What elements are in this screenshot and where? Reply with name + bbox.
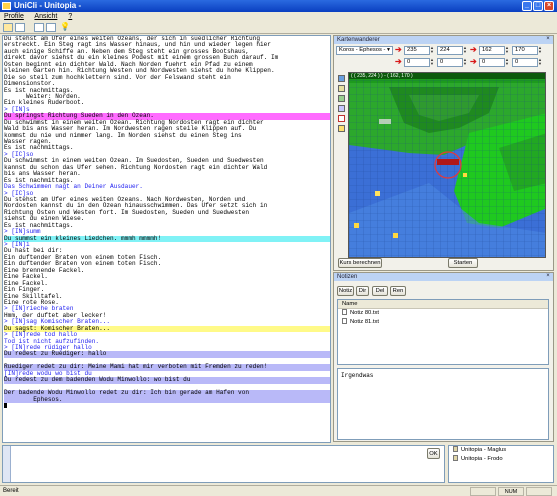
lightbulb-icon[interactable]: 💡 bbox=[60, 23, 70, 32]
maximize-button[interactable]: □ bbox=[533, 1, 543, 11]
calculate-course-button[interactable]: Kurs berechnen bbox=[338, 258, 382, 268]
x3-spinner[interactable]: ▲ ▼ bbox=[430, 58, 435, 66]
status-cell bbox=[470, 487, 496, 496]
notes-panel-close-icon[interactable]: × bbox=[545, 273, 551, 280]
num-lock-indicator: NUM bbox=[498, 487, 524, 496]
map-coords-label: ( ( 235, 224 ) ) - ( 162, 170 ) bbox=[351, 73, 413, 79]
user-icon bbox=[453, 455, 458, 461]
map-layer-icon[interactable] bbox=[338, 85, 345, 92]
save-icon[interactable] bbox=[15, 23, 25, 32]
console-line: Ephesos. bbox=[4, 396, 330, 403]
map-canvas bbox=[349, 73, 545, 257]
y1-field[interactable]: 224 bbox=[437, 46, 463, 55]
delete-note-button[interactable]: Del bbox=[372, 286, 388, 296]
y1-spinner[interactable]: ▲ ▼ bbox=[463, 46, 468, 54]
x4-spinner[interactable]: ▲ ▼ bbox=[505, 58, 510, 66]
list-item[interactable]: Notiz 80.txt bbox=[338, 309, 548, 318]
minimize-button[interactable]: _ bbox=[522, 1, 532, 11]
map-marker-icon[interactable] bbox=[338, 125, 345, 132]
close-button[interactable]: × bbox=[544, 1, 554, 11]
user-icon bbox=[453, 446, 458, 452]
toolbar: 💡 bbox=[0, 22, 557, 34]
map-view[interactable]: ( ( 235, 224 ) ) - ( 162, 170 ) bbox=[348, 72, 546, 258]
title-bar[interactable]: UniCli - Unitopia - _ □ × bbox=[0, 0, 557, 12]
dir-button[interactable]: Dir bbox=[356, 286, 369, 296]
y3-field[interactable]: 0 bbox=[437, 58, 463, 67]
ok-button[interactable]: OK bbox=[427, 448, 440, 459]
map-center-icon[interactable] bbox=[338, 105, 345, 112]
y4-field[interactable]: 0 bbox=[512, 58, 538, 67]
split-window-icon[interactable] bbox=[46, 23, 56, 32]
notes-list-header[interactable]: Name bbox=[338, 300, 548, 309]
route-arrow-icon: ➔ bbox=[470, 45, 477, 54]
file-icon bbox=[342, 318, 347, 324]
y2-spinner[interactable]: ▲ ▼ bbox=[538, 46, 543, 54]
set-start-arrow-icon[interactable]: ➔ bbox=[395, 46, 402, 54]
map-zoom-icon[interactable] bbox=[338, 75, 345, 82]
map-panel-close-icon[interactable]: × bbox=[545, 36, 551, 43]
status-bar: Bereit NUM bbox=[0, 485, 557, 496]
x4-field[interactable]: 0 bbox=[479, 58, 505, 67]
notes-list: Name Notiz 80.txt Notiz 81.txt bbox=[337, 299, 549, 365]
map-grid-icon[interactable] bbox=[338, 95, 345, 102]
chevron-down-icon: ▼ bbox=[386, 47, 391, 53]
input-history-strip bbox=[3, 446, 11, 482]
x2-spinner[interactable]: ▲ ▼ bbox=[505, 46, 510, 54]
y3-spinner[interactable]: ▲ ▼ bbox=[463, 58, 468, 66]
menu-bar: Profile Ansicht ? bbox=[0, 12, 557, 22]
list-item[interactable]: Notiz 81.txt bbox=[338, 318, 548, 327]
menu-ansicht[interactable]: Ansicht bbox=[34, 13, 57, 20]
notes-panel-title: Notizen bbox=[334, 273, 553, 281]
mud-output-console[interactable]: Du stehst am Ufer eines weiten Ozeans, d… bbox=[2, 35, 331, 443]
text-cursor bbox=[4, 402, 7, 408]
x1-field[interactable]: 235 bbox=[404, 46, 430, 55]
x3-field[interactable]: 0 bbox=[404, 58, 430, 67]
window-icon[interactable] bbox=[34, 23, 44, 32]
x2-field[interactable]: 162 bbox=[479, 46, 505, 55]
app-icon bbox=[2, 2, 11, 10]
people-list: Unitopia - Maglus Unitopia - Frodo bbox=[448, 445, 554, 483]
status-text: Bereit bbox=[3, 488, 19, 494]
map-panel-title: Kartenwanderer bbox=[334, 36, 553, 44]
set-target-arrow-icon[interactable]: ➔ bbox=[395, 58, 402, 66]
status-cell-2 bbox=[526, 487, 552, 496]
list-item[interactable]: Unitopia - Maglus bbox=[449, 446, 553, 455]
location-select[interactable]: Koros - Ephesos - ▼ bbox=[336, 46, 393, 55]
new-note-button[interactable]: Notiz bbox=[337, 286, 354, 296]
window-title: UniCli - Unitopia - bbox=[14, 1, 82, 10]
list-item[interactable]: Unitopia - Frodo bbox=[449, 455, 553, 464]
location-select-value: Koros - Ephesos - bbox=[339, 47, 386, 53]
menu-profile[interactable]: Profile bbox=[4, 13, 24, 20]
command-input[interactable] bbox=[2, 445, 445, 483]
y4-spinner[interactable]: ▲ ▼ bbox=[538, 58, 543, 66]
route-arrow-icon-2: ➔ bbox=[470, 57, 477, 66]
y2-field[interactable]: 170 bbox=[512, 46, 538, 55]
map-pen-icon[interactable] bbox=[338, 115, 345, 122]
note-text-area[interactable]: Irgendwas bbox=[337, 368, 549, 440]
x1-spinner[interactable]: ▲ ▼ bbox=[430, 46, 435, 54]
open-folder-icon[interactable] bbox=[3, 23, 13, 32]
start-button[interactable]: Starten bbox=[448, 258, 478, 268]
main-window: UniCli - Unitopia - _ □ × Profile Ansich… bbox=[0, 0, 557, 496]
menu-help[interactable]: ? bbox=[68, 13, 72, 20]
file-icon bbox=[342, 309, 347, 315]
rename-note-button[interactable]: Ren bbox=[390, 286, 406, 296]
